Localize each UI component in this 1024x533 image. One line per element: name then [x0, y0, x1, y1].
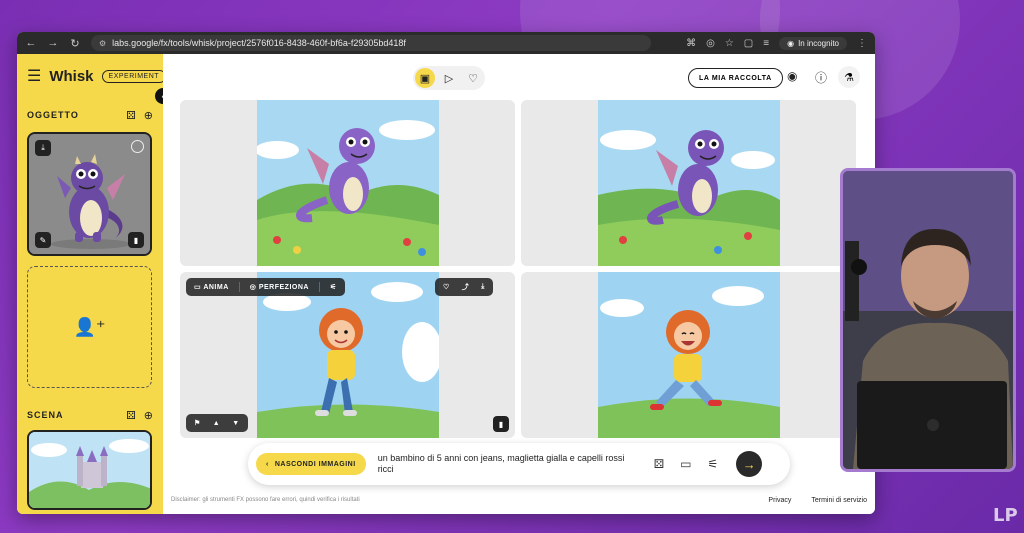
help-icon[interactable]: ⓘ [815, 69, 827, 86]
footer: Disclaimer: gli strumenti FX possono far… [163, 493, 875, 507]
translate-icon[interactable]: ⌘ [686, 38, 696, 49]
sliders-icon[interactable]: ⚟ [330, 283, 337, 291]
brand-header: ☰ Whisk EXPERIMENT [27, 64, 167, 88]
download-icon[interactable]: ⤓ [481, 283, 485, 291]
my-collection-button[interactable]: LA MIA RACCOLTA [688, 68, 783, 88]
hide-images-button[interactable]: ‹ NASCONDI IMMAGINI [256, 453, 366, 475]
submit-button[interactable]: → [736, 451, 763, 477]
eye-off-icon[interactable]: ◎ [706, 38, 715, 49]
back-arrow-icon[interactable]: ← [25, 37, 37, 49]
browser-window: ← → ↻ ⚙ labs.google/fx/tools/whisk/proje… [17, 32, 875, 514]
hide-images-label: NASCONDI IMMAGINI [274, 460, 356, 468]
separator [238, 282, 240, 292]
refine-action[interactable]: ◎ PERFEZIONA [250, 283, 309, 291]
image-share-bar: ♡ ⤴ ⤓ [435, 278, 493, 296]
animate-label: ANIMA [203, 284, 229, 291]
thumbs-up-icon[interactable]: ▲ [213, 420, 220, 427]
scene-section-title: SCENA [27, 410, 64, 420]
result-tile[interactable]: ▭ ANIMA ◎ PERFEZIONA ⚟ ♡ ⤴ ⤓ ⚑ ▲ ▼ ▮ [180, 272, 515, 438]
image-mode-icon[interactable]: ▣ [415, 68, 435, 88]
reload-icon[interactable]: ↻ [69, 37, 81, 50]
subject-card[interactable]: ⤓ ✎ ▮ [27, 132, 152, 256]
prompt-input[interactable]: un bambino di 5 anni con jeans, magliett… [378, 453, 638, 475]
thumbs-down-icon[interactable]: ▼ [232, 420, 239, 427]
main-area: ▣ ▷ ♡ LA MIA RACCOLTA ◉ ⓘ ⚗ ▭ ANIMA ◎ PE… [163, 54, 875, 514]
incognito-badge[interactable]: ◉ In incognito [779, 36, 847, 50]
scene-section-header: SCENA ⚄ ⊕ [27, 408, 153, 422]
result-tile[interactable] [521, 272, 856, 438]
result-image [257, 272, 439, 438]
video-mode-icon[interactable]: ▷ [439, 68, 459, 88]
disclaimer-text: Disclaimer: gli strumenti FX possono far… [171, 497, 360, 503]
share-icon[interactable]: ⤴ [462, 282, 470, 292]
dragon-meadow-image [598, 100, 780, 266]
dragon-meadow-image [257, 100, 439, 266]
webcam-overlay [840, 168, 1016, 472]
more-menu-icon[interactable]: ⋮ [857, 38, 867, 49]
flask-icon[interactable]: ⚗ [838, 66, 860, 88]
app-root: ☰ Whisk EXPERIMENT ‹ OGGETTO ⚄ ⊕ [17, 54, 875, 514]
trash-icon[interactable]: ▮ [493, 416, 509, 432]
arrow-right-icon: → [742, 456, 756, 472]
trash-icon[interactable]: ▮ [128, 232, 144, 248]
mode-switcher: ▣ ▷ ♡ [413, 66, 485, 90]
dice-icon[interactable]: ⚄ [126, 109, 136, 122]
site-info-icon[interactable]: ⚙ [99, 39, 106, 48]
refine-label: PERFEZIONA [258, 284, 309, 291]
footer-links: Privacy Termini di servizio [768, 497, 867, 504]
flag-icon[interactable]: ⚑ [194, 419, 201, 427]
download-icon[interactable]: ⤓ [35, 140, 51, 156]
edit-icon[interactable]: ✎ [35, 232, 51, 248]
result-tile[interactable] [180, 100, 515, 266]
feedback-bar: ⚑ ▲ ▼ [186, 414, 248, 432]
result-tile[interactable] [521, 100, 856, 266]
aspect-ratio-icon[interactable]: ▭ [680, 457, 691, 471]
favorites-heart-icon[interactable]: ♡ [463, 68, 483, 88]
chevron-left-icon: ‹ [266, 460, 269, 468]
boy-running-image [257, 272, 439, 438]
image-actions-bar: ▭ ANIMA ◎ PERFEZIONA ⚟ [186, 278, 345, 296]
menu-icon[interactable]: ☰ [27, 66, 41, 86]
extensions-icon[interactable]: ▢ [744, 38, 753, 49]
add-circle-icon[interactable]: ⊕ [144, 409, 153, 422]
experiment-badge: EXPERIMENT [101, 69, 167, 83]
discord-icon[interactable]: ◉ [787, 69, 797, 83]
top-bar: ▣ ▷ ♡ LA MIA RACCOLTA ◉ ⓘ ⚗ [163, 54, 875, 100]
add-person-icon: 👤⁺ [73, 316, 106, 337]
settings-sliders-icon[interactable]: ⚟ [707, 457, 718, 471]
tab-search-icon[interactable]: ≡ [763, 38, 769, 49]
dice-icon[interactable]: ⚄ [126, 409, 136, 422]
results-grid: ▭ ANIMA ◎ PERFEZIONA ⚟ ♡ ⤴ ⤓ ⚑ ▲ ▼ ▮ [180, 100, 856, 440]
address-bar[interactable]: ⚙ labs.google/fx/tools/whisk/project/257… [91, 35, 651, 51]
subject-section-header: OGGETTO ⚄ ⊕ [27, 108, 153, 122]
forward-arrow-icon[interactable]: → [47, 37, 59, 49]
channel-watermark: LP [993, 505, 1018, 526]
url-text: labs.google/fx/tools/whisk/project/2576f… [112, 38, 406, 48]
sidebar: ☰ Whisk EXPERIMENT ‹ OGGETTO ⚄ ⊕ [17, 54, 171, 514]
bookmark-star-icon[interactable]: ☆ [725, 38, 734, 49]
result-image [598, 100, 780, 266]
app-name: Whisk [49, 67, 94, 85]
browser-toolbar: ← → ↻ ⚙ labs.google/fx/tools/whisk/proje… [17, 32, 875, 54]
result-image [257, 100, 439, 266]
incognito-label: In incognito [798, 38, 839, 48]
select-radio[interactable] [131, 140, 144, 153]
separator [318, 282, 320, 292]
subject-section-title: OGGETTO [27, 110, 79, 120]
result-image [598, 272, 780, 438]
add-subject-dropzone[interactable]: 👤⁺ [27, 266, 152, 388]
incognito-icon: ◉ [787, 38, 795, 48]
animate-action[interactable]: ▭ ANIMA [194, 283, 229, 291]
terms-link[interactable]: Termini di servizio [811, 497, 867, 504]
castle-scene-image [29, 432, 150, 508]
boy-running-image [598, 272, 780, 438]
privacy-link[interactable]: Privacy [768, 497, 791, 504]
presenter-video [843, 171, 1013, 469]
prompt-bar: ‹ NASCONDI IMMAGINI un bambino di 5 anni… [248, 443, 790, 485]
add-circle-icon[interactable]: ⊕ [144, 109, 153, 122]
dice-icon[interactable]: ⚄ [654, 457, 664, 471]
scene-card[interactable] [27, 430, 152, 510]
heart-icon[interactable]: ♡ [443, 283, 450, 291]
